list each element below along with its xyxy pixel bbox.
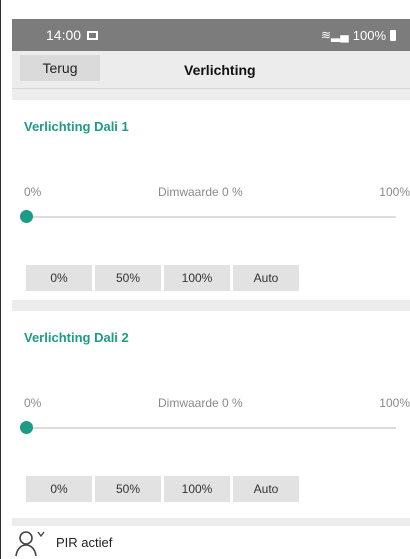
preset-auto-button[interactable]: Auto [233, 265, 299, 291]
status-time: 14:00 [46, 27, 82, 43]
preset-50-button[interactable]: 50% [95, 265, 161, 291]
section-separator [12, 300, 410, 311]
range-min-label: 0% [24, 185, 42, 199]
preset-auto-button[interactable]: Auto [233, 476, 299, 502]
preset-button-row: 0% 50% 100% Auto [26, 476, 299, 502]
status-left: 14:00 [46, 27, 99, 43]
wifi-signal-icon: ≋▂▄ [320, 28, 349, 42]
toolbar: Terug Verlichting [12, 51, 410, 89]
dim-slider[interactable] [20, 421, 396, 435]
range-max-label: 100% [379, 185, 410, 199]
preset-0-button[interactable]: 0% [26, 265, 92, 291]
back-button[interactable]: Terug [20, 55, 100, 81]
card-title: Verlichting Dali 1 [24, 119, 129, 134]
battery-icon [390, 29, 396, 41]
dim-value-label: Dimwaarde 0 % [158, 396, 243, 410]
section-separator [12, 518, 410, 526]
status-right: ≋▂▄ 100% [321, 28, 396, 43]
range-max-label: 100% [379, 396, 410, 410]
page-title: Verlichting [184, 62, 256, 78]
card-title: Verlichting Dali 2 [24, 330, 129, 345]
range-min-label: 0% [24, 396, 42, 410]
preset-100-button[interactable]: 100% [164, 476, 230, 502]
preset-0-button[interactable]: 0% [26, 476, 92, 502]
slider-track [26, 427, 396, 429]
pir-status: PIR actief [12, 526, 410, 559]
light-card-dali-2: Verlichting Dali 2 0% Dimwaarde 0 % 100%… [12, 311, 410, 511]
dim-slider[interactable] [20, 210, 396, 224]
image-notification-icon [87, 30, 99, 40]
section-separator [12, 89, 410, 100]
pir-label: PIR actief [56, 535, 113, 550]
slider-thumb[interactable] [20, 210, 33, 223]
preset-100-button[interactable]: 100% [164, 265, 230, 291]
status-bar: 14:00 ≋▂▄ 100% [12, 19, 410, 51]
dim-value-label: Dimwaarde 0 % [158, 185, 243, 199]
dim-range-row: 0% Dimwaarde 0 % 100% [24, 185, 410, 201]
preset-50-button[interactable]: 50% [95, 476, 161, 502]
light-card-dali-1: Verlichting Dali 1 0% Dimwaarde 0 % 100%… [12, 100, 410, 300]
preset-button-row: 0% 50% 100% Auto [26, 265, 299, 291]
slider-thumb[interactable] [20, 421, 33, 434]
slider-track [26, 216, 396, 218]
dim-range-row: 0% Dimwaarde 0 % 100% [24, 396, 410, 412]
battery-percentage: 100% [352, 27, 386, 43]
person-icon [15, 530, 45, 556]
